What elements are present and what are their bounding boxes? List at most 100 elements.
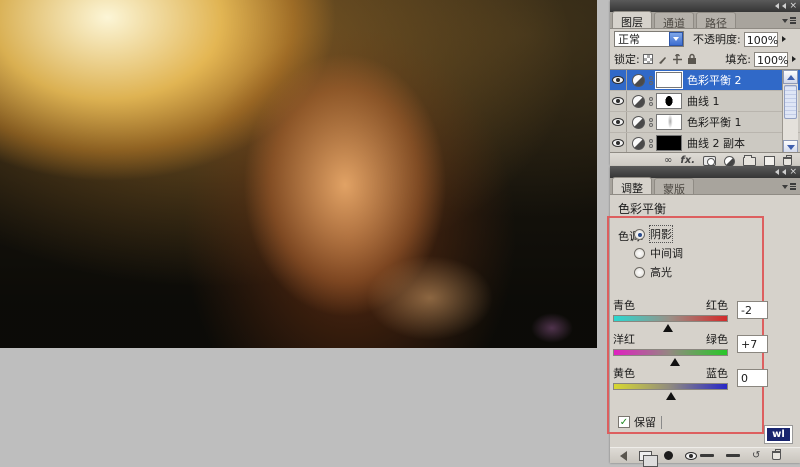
scrollbar-thumb[interactable] — [784, 85, 797, 119]
layer-name: 曲线 2 副本 — [687, 137, 745, 150]
photoshop-workspace: × 图层 通道 路径 正常 不透明度: 100% 锁定: 填充: 100% 色彩… — [0, 0, 800, 467]
eye-icon — [612, 139, 624, 147]
close-icon[interactable]: × — [789, 1, 797, 11]
adjustment-title: 色彩平衡 — [618, 202, 667, 216]
layer-mask-thumbnail[interactable] — [655, 71, 683, 89]
tab-adjustments[interactable]: 调整 — [612, 177, 652, 195]
watermark-badge: wl — [765, 426, 792, 443]
slider-magenta-green: 洋红 绿色 — [613, 331, 728, 366]
layer-mask-thumbnail[interactable] — [656, 135, 682, 151]
layer-row-curves-1[interactable]: 曲线 1 — [610, 91, 800, 112]
cyan-red-value-input[interactable]: -2 — [737, 301, 768, 319]
checkbox-label: 保留 — [634, 416, 656, 429]
new-layer-icon[interactable] — [764, 156, 775, 166]
close-icon[interactable]: × — [789, 167, 797, 177]
checkbox-icon: ✓ — [618, 416, 630, 428]
mask-link-icon — [648, 137, 653, 149]
tab-layers[interactable]: 图层 — [612, 11, 652, 29]
link-icon[interactable]: ∞ — [664, 156, 672, 166]
mask-link-icon — [648, 95, 653, 107]
opacity-label: 不透明度: — [693, 33, 741, 46]
lock-pixels-brush-icon[interactable] — [657, 54, 668, 65]
add-mask-icon[interactable] — [703, 156, 716, 166]
tab-masks[interactable]: 蒙版 — [654, 178, 694, 196]
layers-scrollbar[interactable] — [782, 70, 798, 152]
color-balance-body: 色彩平衡 色调: 阴影 中间调 高光 青色 红色 -2 洋红 绿色 +7 黄色 … — [607, 195, 800, 447]
adjustments-footer: ↺ — [610, 447, 800, 467]
yellow-blue-value-input[interactable]: 0 — [737, 369, 768, 387]
panel-menu-icon[interactable] — [782, 16, 796, 25]
radio-label: 中间调 — [650, 247, 683, 260]
collapse-icon[interactable] — [782, 169, 787, 175]
slider-left-label: 黄色 — [613, 367, 635, 380]
eye-icon — [612, 118, 624, 126]
radio-icon — [634, 228, 645, 240]
layer-mask-thumbnail[interactable] — [656, 93, 682, 109]
opacity-arrow-icon[interactable] — [781, 36, 786, 42]
slider-left-label: 洋红 — [613, 333, 635, 346]
layer-mask-thumbnail[interactable] — [656, 114, 682, 130]
view-previous-state-icon[interactable] — [726, 454, 740, 457]
radio-shadows[interactable]: 阴影 — [634, 225, 673, 243]
lock-label: 锁定: — [614, 53, 640, 66]
scroll-up-icon[interactable] — [783, 70, 798, 84]
chevron-down-icon[interactable] — [669, 32, 683, 46]
fill-input[interactable]: 100% — [754, 51, 788, 67]
visibility-toggle-icon[interactable] — [685, 451, 714, 460]
layer-row-color-balance-1[interactable]: 色彩平衡 1 — [610, 112, 800, 133]
slider-track[interactable] — [613, 315, 728, 332]
lock-all-padlock-icon[interactable] — [687, 53, 697, 65]
slider-right-label: 红色 — [706, 299, 728, 312]
blend-mode-value: 正常 — [618, 33, 640, 46]
lock-position-move-icon[interactable] — [672, 53, 683, 65]
panel-menu-icon[interactable] — [782, 182, 796, 191]
visibility-cell[interactable] — [610, 70, 627, 90]
lock-transparency-icon[interactable] — [642, 54, 653, 64]
blend-mode-select[interactable]: 正常 — [614, 31, 684, 47]
layer-list: 色彩平衡 2 曲线 1 色彩平衡 1 曲线 2 副本 — [610, 69, 800, 153]
fx-icon[interactable]: fx. — [680, 156, 695, 166]
layer-row-color-balance-2[interactable]: 色彩平衡 2 — [610, 70, 800, 91]
clip-to-layer-icon[interactable] — [664, 451, 673, 460]
slider-right-label: 绿色 — [706, 333, 728, 346]
lock-row: 锁定: 填充: 100% — [610, 49, 800, 69]
radio-highlights[interactable]: 高光 — [634, 264, 672, 280]
magenta-green-value-input[interactable]: +7 — [737, 335, 768, 353]
adjustment-icon[interactable] — [724, 155, 735, 167]
layer-name: 色彩平衡 1 — [687, 116, 742, 129]
collapse-icon[interactable] — [775, 3, 780, 9]
slider-cyan-red: 青色 红色 — [613, 297, 728, 332]
reset-icon[interactable]: ↺ — [752, 450, 760, 461]
slider-left-label: 青色 — [613, 299, 635, 312]
slider-track[interactable] — [613, 383, 728, 400]
mask-link-icon — [648, 74, 653, 86]
eye-icon — [612, 97, 624, 105]
group-icon[interactable] — [743, 154, 756, 166]
opacity-input[interactable]: 100% — [743, 31, 778, 47]
scroll-down-icon[interactable] — [783, 140, 798, 152]
visibility-cell[interactable] — [610, 133, 627, 152]
visibility-cell[interactable] — [610, 91, 627, 111]
preserve-luminosity-checkbox[interactable]: ✓ 保留 — [618, 414, 662, 430]
fill-arrow-icon[interactable] — [792, 56, 796, 62]
delete-adjustment-icon[interactable] — [772, 449, 782, 460]
radio-icon — [634, 247, 645, 259]
adjustment-layer-icon — [632, 73, 645, 87]
collapse-icon[interactable] — [782, 3, 787, 9]
collapse-icon[interactable] — [775, 169, 780, 175]
adjustment-layer-icon — [632, 136, 645, 150]
photo-canvas — [0, 0, 597, 348]
trash-icon[interactable] — [783, 154, 792, 166]
visibility-cell[interactable] — [610, 112, 627, 132]
layers-tab-row: 图层 通道 路径 — [610, 11, 800, 30]
tab-paths[interactable]: 路径 — [696, 12, 736, 30]
slider-thumb[interactable] — [665, 392, 676, 400]
back-arrow-icon[interactable] — [620, 450, 627, 461]
layer-row-curves-2-copy[interactable]: 曲线 2 副本 — [610, 133, 800, 152]
radio-midtones[interactable]: 中间调 — [634, 245, 683, 261]
switch-panel-icon[interactable] — [639, 450, 658, 467]
layers-panel: × 图层 通道 路径 正常 不透明度: 100% 锁定: 填充: 100% 色彩… — [610, 0, 800, 169]
tab-channels[interactable]: 通道 — [654, 12, 694, 30]
adjustments-panel: × 调整 蒙版 色彩平衡 色调: 阴影 中间调 高光 青色 红色 -2 洋红 绿… — [607, 166, 800, 467]
slider-track[interactable] — [613, 349, 728, 366]
